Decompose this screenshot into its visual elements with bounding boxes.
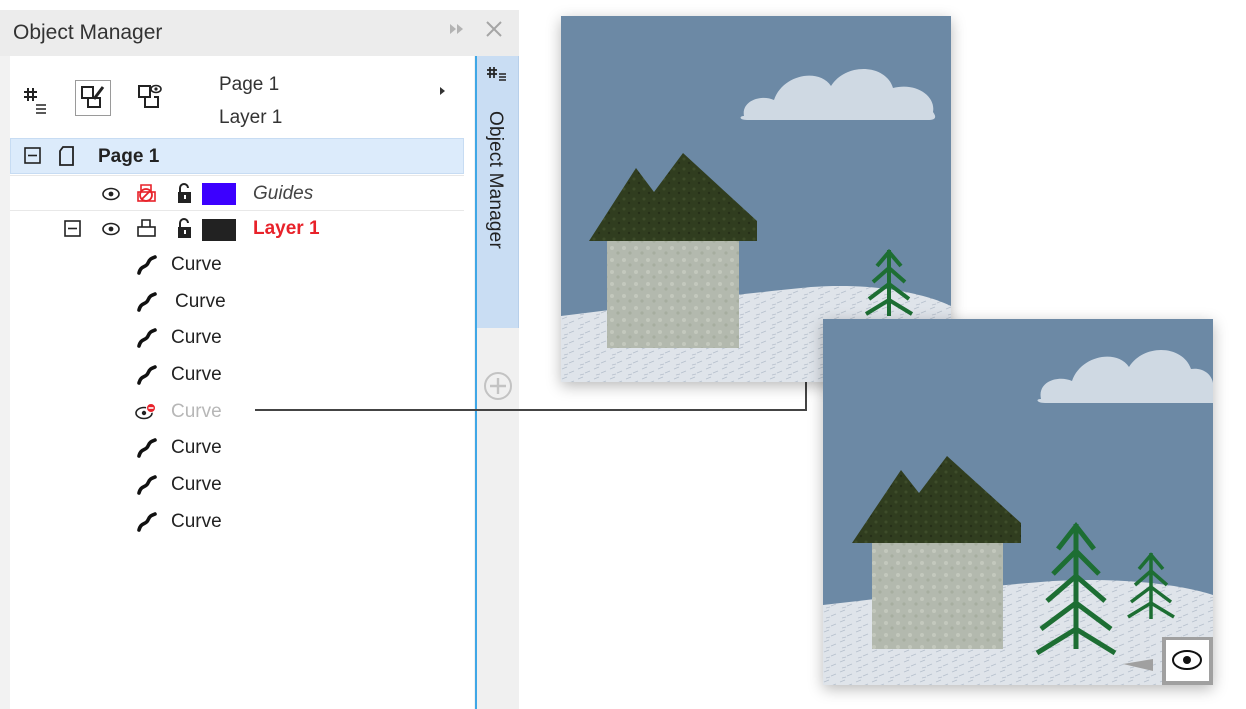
curve-icon — [135, 363, 159, 392]
object-label: Curve — [175, 291, 226, 312]
eye-icon[interactable] — [101, 220, 123, 243]
add-docker-icon[interactable] — [480, 368, 516, 404]
tree-row-curve[interactable]: Curve — [10, 247, 464, 283]
object-tree-panel: Page 1 Layer 1 Page 1 Guides Layer 1 Cur… — [10, 56, 474, 709]
curve-icon — [135, 510, 159, 539]
layer-color-swatch[interactable] — [202, 219, 236, 241]
page-icon — [57, 144, 79, 173]
layer-manager-view-icon[interactable] — [133, 80, 169, 116]
object-label: Curve — [171, 254, 222, 275]
object-manager-docker: Object Manager Page 1 Layer 1 Page 1 Gui… — [0, 10, 519, 709]
printer-icon[interactable] — [135, 217, 159, 246]
tree-row-curve[interactable]: Curve — [10, 320, 464, 356]
curve-icon — [135, 326, 159, 355]
edit-across-layers-icon[interactable] — [75, 80, 111, 116]
tree-row-curve[interactable]: Curve — [10, 504, 464, 540]
docker-divider — [475, 56, 477, 709]
tree-row-page[interactable]: Page 1 — [10, 138, 464, 174]
layer-label: Layer 1 — [253, 218, 320, 239]
unlocked-icon[interactable] — [175, 183, 195, 210]
close-icon[interactable] — [481, 18, 507, 46]
breadcrumb-page[interactable]: Page 1 — [219, 74, 279, 96]
printer-disabled-icon[interactable] — [135, 182, 159, 211]
object-manager-tab-icon — [484, 64, 508, 91]
tree-row-guides[interactable]: Guides — [10, 175, 464, 211]
curve-icon — [135, 473, 159, 502]
object-label: Curve — [171, 511, 222, 532]
docker-title: Object Manager — [13, 21, 163, 44]
docker-titlebar: Object Manager — [0, 10, 519, 56]
curve-icon — [135, 290, 159, 319]
object-label-hidden: Curve — [171, 401, 222, 422]
eye-icon — [1166, 640, 1209, 686]
unlocked-icon[interactable] — [175, 218, 195, 245]
eye-icon[interactable] — [101, 185, 123, 208]
breadcrumb-layer[interactable]: Layer 1 — [219, 107, 282, 129]
object-label: Curve — [171, 364, 222, 385]
tree-row-curve-hidden[interactable]: Curve — [10, 394, 464, 430]
page-label: Page 1 — [98, 146, 160, 167]
guides-label: Guides — [253, 183, 314, 204]
tree-row-curve[interactable]: Curve — [10, 467, 464, 503]
collapse-icon[interactable] — [63, 219, 83, 244]
object-label: Curve — [171, 327, 222, 348]
object-label: Curve — [171, 474, 222, 495]
tree-row-curve[interactable]: Curve — [10, 284, 464, 320]
tree-row-layer[interactable]: Layer 1 — [10, 211, 464, 247]
illustration-after — [823, 319, 1214, 686]
curve-icon — [135, 253, 159, 282]
object-manager-toolbar: Page 1 Layer 1 — [10, 56, 474, 138]
double-chevron-right-icon[interactable] — [444, 18, 470, 46]
tree-row-curve[interactable]: Curve — [10, 357, 464, 393]
guides-color-swatch[interactable] — [202, 183, 236, 205]
object-label: Curve — [171, 437, 222, 458]
breadcrumb-arrow-icon[interactable] — [440, 87, 445, 95]
show-object-properties-icon[interactable] — [18, 82, 54, 118]
tree-row-curve[interactable]: Curve — [10, 430, 464, 466]
collapse-icon[interactable] — [23, 146, 43, 171]
hidden-object-icon[interactable] — [135, 402, 159, 427]
side-tab-label[interactable]: Object Manager — [484, 111, 506, 249]
curve-icon — [135, 436, 159, 465]
